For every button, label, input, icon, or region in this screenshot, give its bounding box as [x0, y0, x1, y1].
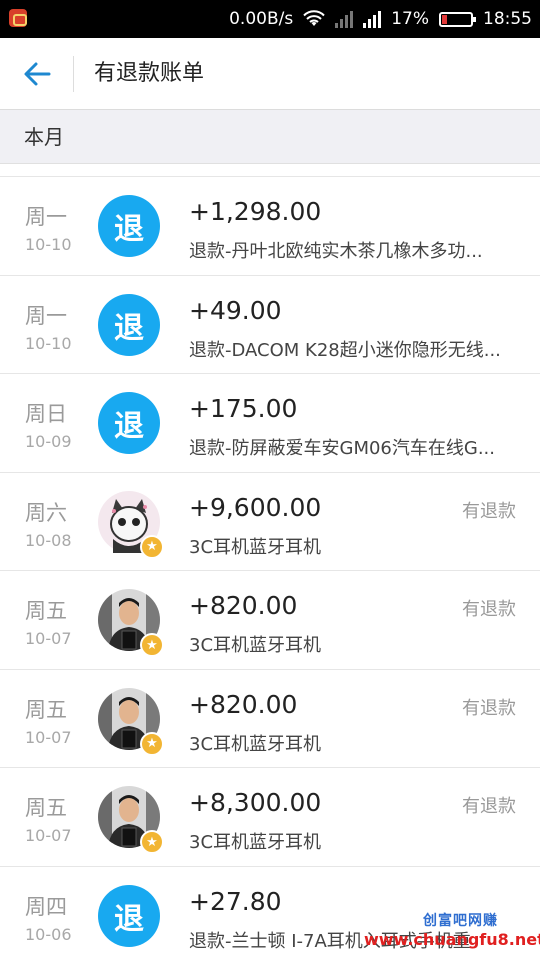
transaction-date: 10-08 — [25, 531, 72, 550]
battery-fill — [442, 15, 447, 24]
transaction-day: 周五 — [25, 595, 67, 625]
refund-badge-icon: 退 — [98, 294, 160, 356]
transaction-description: 3C耳机蓝牙耳机 — [189, 631, 519, 657]
star-badge-icon: ★ — [140, 633, 164, 657]
transaction-amount: +8,300.00 — [189, 788, 321, 817]
refund-status-label: 有退款 — [462, 792, 516, 818]
transaction-day: 周五 — [25, 792, 67, 822]
arrow-left-icon — [23, 61, 51, 87]
transaction-row[interactable]: 周六 10-08 ★ +9,600.00 3C耳机蓝牙耳机 有退款 — [0, 472, 540, 571]
clock: 18:55 — [483, 9, 532, 29]
watermark: 创富吧网赚 www.chuangfu8.net — [364, 910, 534, 952]
transaction-day: 周一 — [25, 300, 67, 330]
transaction-date: 10-07 — [25, 728, 72, 747]
app-notification-icon — [9, 9, 27, 27]
status-bar: 0.00B/s 17% 18:55 — [0, 0, 540, 38]
status-bar-right: 0.00B/s 17% 18:55 — [229, 0, 532, 38]
transaction-day: 周日 — [25, 398, 67, 428]
transaction-description: 3C耳机蓝牙耳机 — [189, 730, 519, 756]
title-divider — [73, 56, 74, 92]
transaction-description: 3C耳机蓝牙耳机 — [189, 533, 519, 559]
transaction-date: 10-06 — [25, 925, 72, 944]
transaction-description: 退款-DACOM K28超小迷你隐形无线... — [189, 336, 519, 362]
transaction-amount: +27.80 — [189, 887, 282, 916]
transaction-row[interactable]: 周一 10-10 退 +1,298.00 退款-丹叶北欧纯实木茶几橡木多功... — [0, 176, 540, 275]
signal-icon-2 — [363, 11, 381, 28]
transaction-amount: +820.00 — [189, 690, 297, 719]
transaction-date: 10-10 — [25, 235, 72, 254]
signal-icon — [335, 11, 353, 28]
transaction-amount: +9,600.00 — [189, 493, 321, 522]
transaction-row[interactable]: 周一 10-10 退 +49.00 退款-DACOM K28超小迷你隐形无线... — [0, 275, 540, 374]
transaction-list: 周一 10-10 退 +1,298.00 退款-丹叶北欧纯实木茶几橡木多功... 周一 10… — [0, 176, 540, 964]
watermark-url: www.chuangfu8.net — [364, 930, 534, 949]
transaction-row[interactable]: 周五 10-07 ★ +820.00 3C耳机蓝牙耳机 有退款 — [0, 669, 540, 768]
transaction-amount: +49.00 — [189, 296, 282, 325]
wifi-icon — [303, 10, 325, 28]
refund-badge-icon: 退 — [98, 195, 160, 257]
title-bar: 有退款账单 — [0, 38, 540, 110]
transaction-amount: +820.00 — [189, 591, 297, 620]
battery-icon — [439, 12, 473, 27]
refund-status-label: 有退款 — [462, 694, 516, 720]
transaction-day: 周一 — [25, 201, 67, 231]
refund-badge-icon: 退 — [98, 885, 160, 947]
transaction-amount: +175.00 — [189, 394, 297, 423]
transaction-description: 退款-丹叶北欧纯实木茶几橡木多功... — [189, 237, 519, 263]
watermark-brand: 创富吧网赚 — [364, 910, 498, 930]
transaction-date: 10-07 — [25, 629, 72, 648]
network-speed: 0.00B/s — [229, 9, 293, 29]
transaction-description: 3C耳机蓝牙耳机 — [189, 828, 519, 854]
transaction-amount: +1,298.00 — [189, 197, 321, 226]
transaction-day: 周四 — [25, 891, 67, 921]
star-badge-icon: ★ — [140, 830, 164, 854]
transaction-date: 10-07 — [25, 826, 72, 845]
battery-percent: 17% — [391, 9, 429, 29]
transaction-row[interactable]: 周五 10-07 ★ +820.00 3C耳机蓝牙耳机 有退款 — [0, 570, 540, 669]
refund-badge-icon: 退 — [98, 392, 160, 454]
page-title: 有退款账单 — [94, 38, 204, 110]
back-button[interactable] — [14, 52, 60, 96]
transaction-row[interactable]: 周五 10-07 ★ +8,300.00 3C耳机蓝牙耳机 有退款 — [0, 767, 540, 866]
section-header-this-month: 本月 — [0, 110, 540, 164]
transaction-date: 10-10 — [25, 334, 72, 353]
transaction-day: 周六 — [25, 497, 67, 527]
transaction-description: 退款-防屏蔽爱车安GM06汽车在线G... — [189, 434, 519, 460]
transaction-date: 10-09 — [25, 432, 72, 451]
star-badge-icon: ★ — [140, 535, 164, 559]
refund-status-label: 有退款 — [462, 497, 516, 523]
refund-status-label: 有退款 — [462, 595, 516, 621]
transaction-row[interactable]: 周日 10-09 退 +175.00 退款-防屏蔽爱车安GM06汽车在线G... — [0, 373, 540, 472]
transaction-day: 周五 — [25, 694, 67, 724]
star-badge-icon: ★ — [140, 732, 164, 756]
